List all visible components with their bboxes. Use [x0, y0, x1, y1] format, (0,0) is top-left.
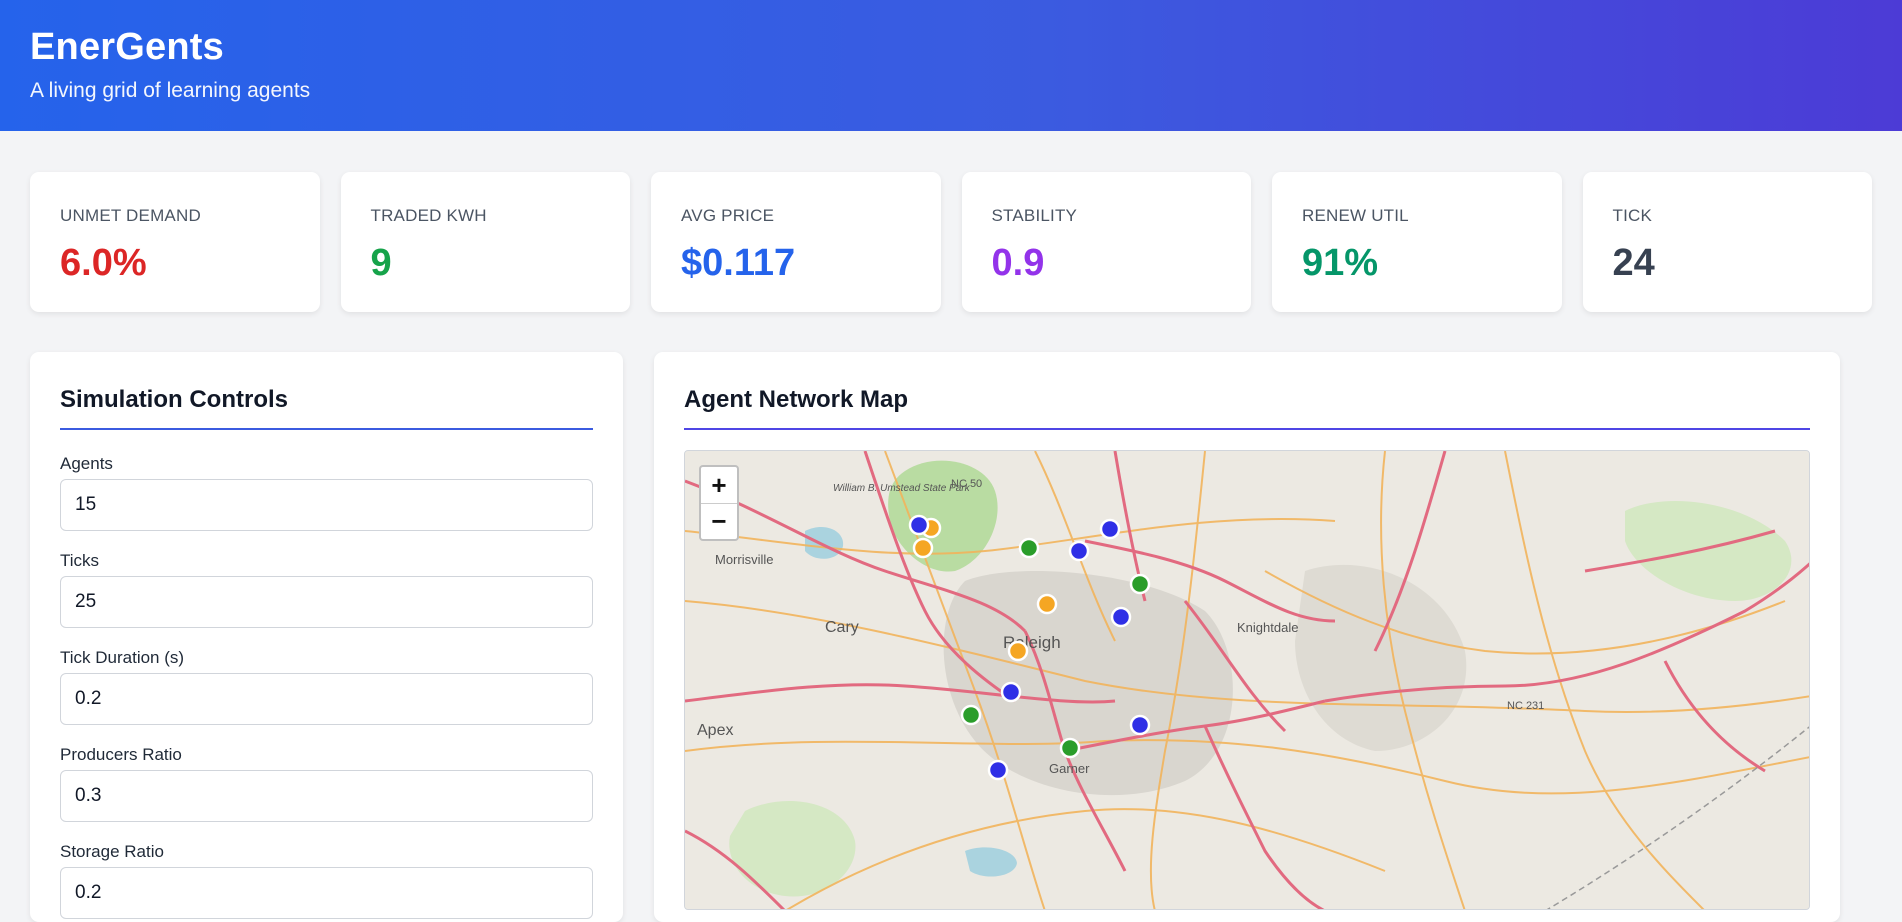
agent-marker-consumer[interactable] [1000, 681, 1022, 703]
ticks-field: Ticks [60, 551, 593, 628]
map-canvas[interactable]: Morrisville Cary Raleigh Apex Garner Kni… [684, 450, 1810, 910]
stat-label: Traded kWh [370, 206, 487, 225]
app-subtitle: A living grid of learning agents [30, 79, 311, 102]
panel-title: Agent Network Map [684, 386, 1810, 430]
stats-row: Unmet Demand 6.0% Traded kWh 9 Avg Price… [30, 172, 1872, 312]
map-label-morrisville: Morrisville [715, 552, 774, 567]
stat-card-renew-util: Renew Util 91% [1272, 172, 1562, 312]
stat-value: 24 [1612, 242, 1655, 284]
stat-value: 6.0% [60, 242, 147, 284]
app-header: EnerGents A living grid of learning agen… [0, 0, 1902, 131]
agent-marker-consumer[interactable] [987, 759, 1009, 781]
map-label-nc231: NC 231 [1507, 700, 1544, 712]
agents-field: Agents [60, 454, 593, 531]
stat-label: Stability [991, 206, 1078, 225]
stat-value: 9 [370, 242, 392, 284]
stat-label: Renew Util [1302, 206, 1409, 225]
producers-ratio-input[interactable] [60, 770, 593, 822]
agent-marker-consumer[interactable] [908, 514, 930, 536]
zoom-out-button[interactable]: − [701, 503, 737, 539]
agent-marker-producer[interactable] [1129, 573, 1151, 595]
field-label: Agents [60, 454, 113, 473]
agent-marker-producer[interactable] [1018, 537, 1040, 559]
agent-marker-producer[interactable] [1059, 737, 1081, 759]
agent-marker-consumer[interactable] [1129, 714, 1151, 736]
map-label-cary: Cary [825, 619, 859, 636]
stat-label: Tick [1612, 206, 1653, 225]
field-label: Ticks [60, 551, 100, 570]
agent-marker-consumer[interactable] [1099, 518, 1121, 540]
field-label: Producers Ratio [60, 745, 182, 764]
zoom-control: + − [699, 465, 739, 541]
producers-ratio-field: Producers Ratio [60, 745, 593, 822]
storage-ratio-field: Storage Ratio [60, 842, 593, 919]
map-svg: Morrisville Cary Raleigh Apex Garner Kni… [685, 451, 1809, 909]
agent-marker-consumer[interactable] [1110, 606, 1132, 628]
stat-card-traded-kwh: Traded kWh 9 [340, 172, 630, 312]
map-label-park: William B. Umstead State Park [833, 483, 971, 494]
agent-marker-storage[interactable] [912, 537, 934, 559]
ticks-input[interactable] [60, 576, 593, 628]
map-label-nc50: NC 50 [951, 478, 982, 490]
tick-duration-input[interactable] [60, 673, 593, 725]
agents-input[interactable] [60, 479, 593, 531]
stat-card-unmet-demand: Unmet Demand 6.0% [30, 172, 320, 312]
stat-label: Unmet Demand [60, 206, 201, 225]
stat-card-stability: Stability 0.9 [961, 172, 1251, 312]
field-label: Storage Ratio [60, 842, 164, 861]
stat-label: Avg Price [681, 206, 775, 225]
map-label-knightdale: Knightdale [1237, 620, 1298, 635]
simulation-controls-panel: Simulation Controls Agents Ticks Tick Du… [30, 352, 623, 922]
tick-duration-field: Tick Duration (s) [60, 648, 593, 725]
stat-card-tick: Tick 24 [1582, 172, 1872, 312]
stat-card-avg-price: Avg Price $0.117 [651, 172, 941, 312]
agent-marker-storage[interactable] [1007, 640, 1029, 662]
map-label-garner: Garner [1049, 761, 1090, 776]
map-label-apex: Apex [697, 722, 733, 739]
field-label: Tick Duration (s) [60, 648, 185, 667]
app-title: EnerGents [30, 26, 224, 68]
panel-title: Simulation Controls [60, 386, 593, 430]
agent-marker-consumer[interactable] [1068, 540, 1090, 562]
zoom-in-button[interactable]: + [701, 467, 737, 503]
agent-network-map-panel: Agent Network Map Morrisville Cary Ralei… [654, 352, 1840, 922]
agent-marker-producer[interactable] [960, 704, 982, 726]
agent-marker-storage[interactable] [1036, 593, 1058, 615]
stat-value: 91% [1302, 242, 1379, 284]
storage-ratio-input[interactable] [60, 867, 593, 919]
stat-value: $0.117 [681, 242, 796, 284]
stat-value: 0.9 [991, 242, 1045, 284]
